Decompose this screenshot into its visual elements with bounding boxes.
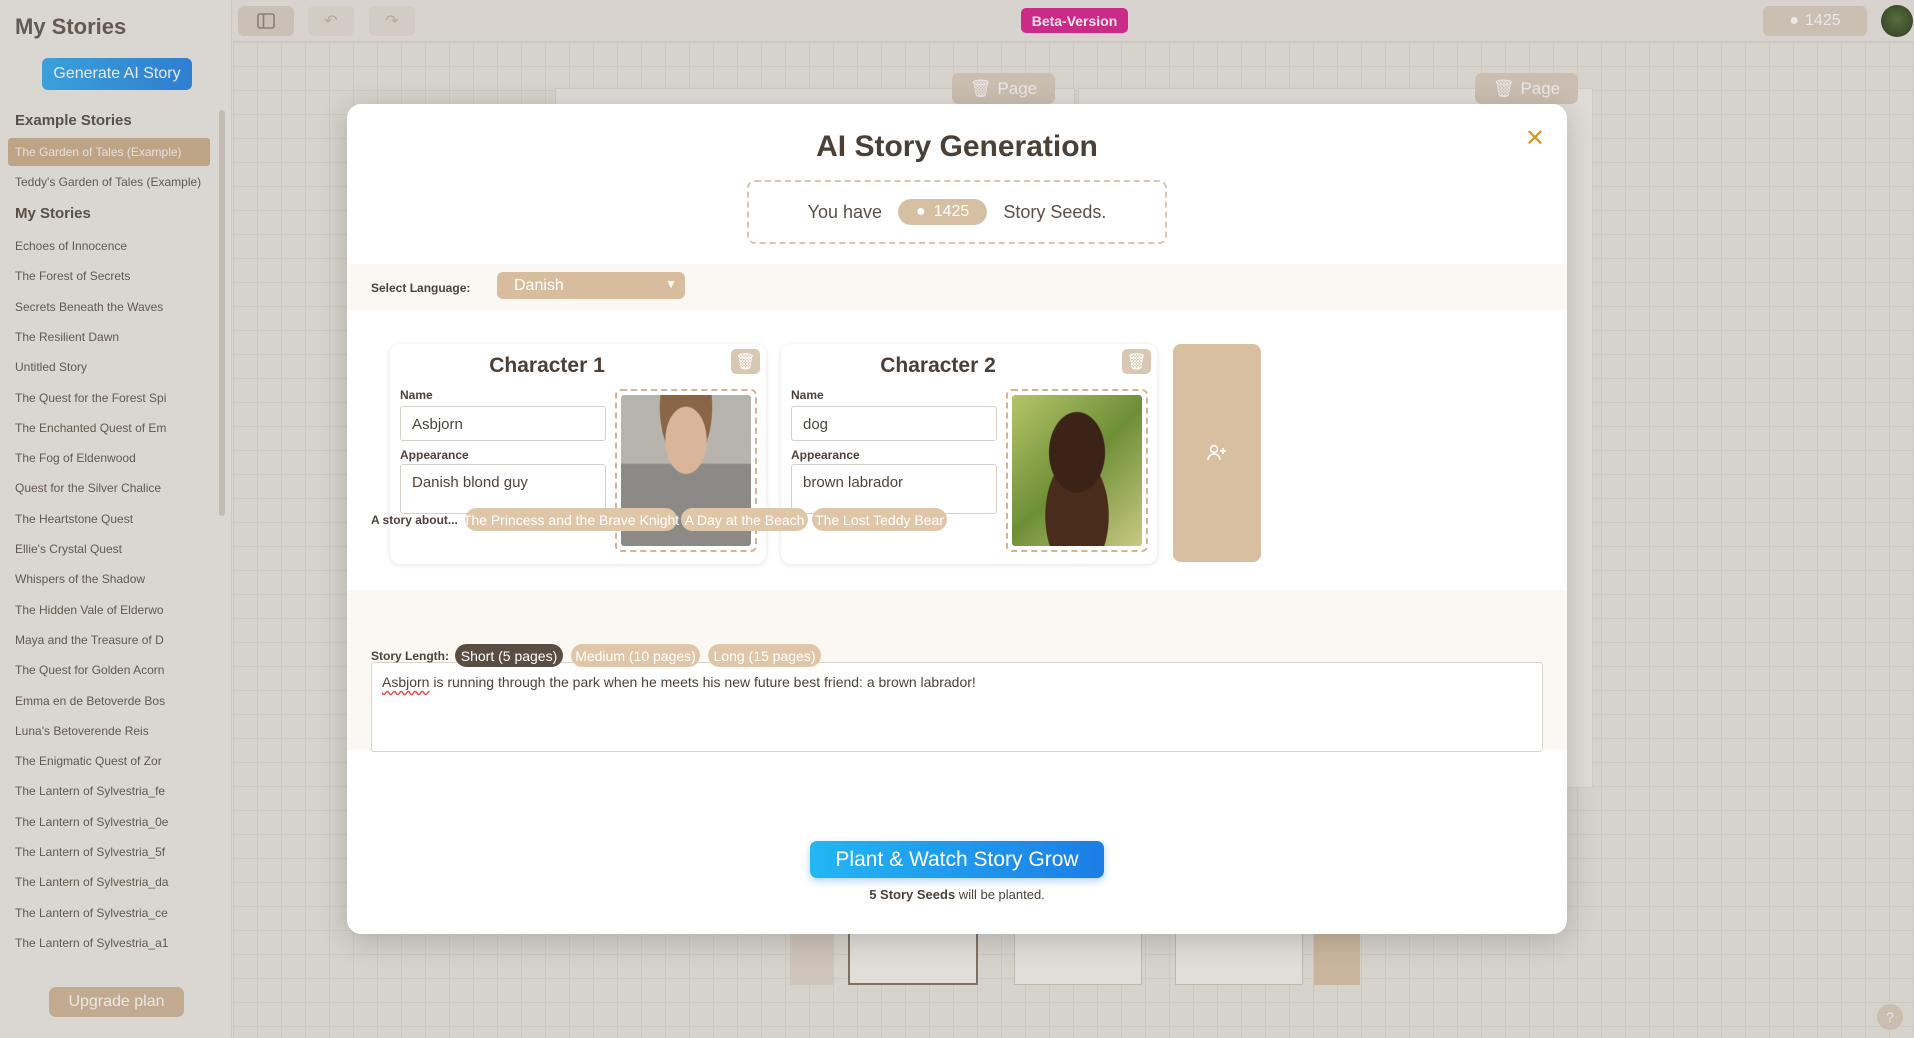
add-user-icon [1207, 444, 1226, 461]
character-title: Character 1 [489, 354, 605, 377]
seed-icon: ● [916, 203, 926, 220]
length-option-short[interactable]: Short (5 pages) [455, 644, 563, 667]
character-card-1: Character 1 🗑 Name Asbjorn Appearance Da… [390, 344, 766, 564]
name-label: Name [400, 388, 433, 402]
character-appearance-input[interactable]: brown labrador [791, 464, 997, 514]
seeds-count: 1425 [933, 203, 970, 220]
length-option-long[interactable]: Long (15 pages) [708, 644, 821, 667]
delete-character-button[interactable]: 🗑 [731, 349, 760, 374]
character-image-dropzone[interactable] [1006, 389, 1148, 552]
story-length-label: Story Length: [371, 649, 449, 663]
character-photo [1012, 395, 1142, 546]
name-label: Name [791, 388, 824, 402]
story-prompt-textarea[interactable]: Asbjorn is running through the park when… [371, 662, 1543, 752]
character-name-input[interactable]: Asbjorn [400, 406, 606, 441]
suggestion-chip-1[interactable]: The Princess and the Brave Knight [463, 508, 679, 531]
seed-balance-box: You have ● 1425 Story Seeds. [747, 180, 1167, 244]
appearance-label: Appearance [400, 448, 469, 462]
appearance-label: Appearance [791, 448, 860, 462]
plant-story-button[interactable]: Plant & Watch Story Grow [810, 841, 1104, 878]
story-text: is running through the park when he meet… [429, 674, 976, 690]
seeds-pill: ● 1425 [898, 199, 988, 225]
story-first-word: Asbjorn [382, 674, 430, 690]
seeds-prefix: You have [807, 201, 883, 222]
delete-character-button[interactable]: 🗑 [1122, 349, 1151, 374]
add-character-button[interactable] [1173, 344, 1261, 562]
character-card-2: Character 2 🗑 Name dog Appearance brown … [781, 344, 1157, 564]
plant-note-text: will be planted. [955, 887, 1045, 902]
chevron-down-icon: ▼ [665, 277, 677, 291]
seeds-suffix: Story Seeds. [1003, 201, 1107, 222]
trash-icon: 🗑 [735, 353, 756, 371]
modal-title: AI Story Generation [816, 130, 1098, 163]
character-title: Character 2 [880, 354, 996, 377]
length-option-medium[interactable]: Medium (10 pages) [571, 644, 700, 667]
language-label: Select Language: [371, 281, 471, 295]
story-about-label: A story about... [371, 513, 458, 527]
trash-icon: 🗑 [1126, 353, 1147, 371]
plant-note: 5 Story Seeds will be planted. [347, 887, 1567, 902]
language-select[interactable]: Danish ▼ [497, 272, 685, 299]
language-value: Danish [514, 276, 564, 294]
plant-note-seeds: 5 Story Seeds [869, 887, 956, 902]
suggestion-chip-3[interactable]: The Lost Teddy Bear [812, 508, 947, 531]
ai-story-generation-modal: ✕ AI Story Generation You have ● 1425 St… [347, 104, 1567, 934]
character-appearance-input[interactable]: Danish blond guy [400, 464, 606, 514]
suggestion-chip-2[interactable]: A Day at the Beach [681, 508, 808, 531]
character-name-input[interactable]: dog [791, 406, 997, 441]
